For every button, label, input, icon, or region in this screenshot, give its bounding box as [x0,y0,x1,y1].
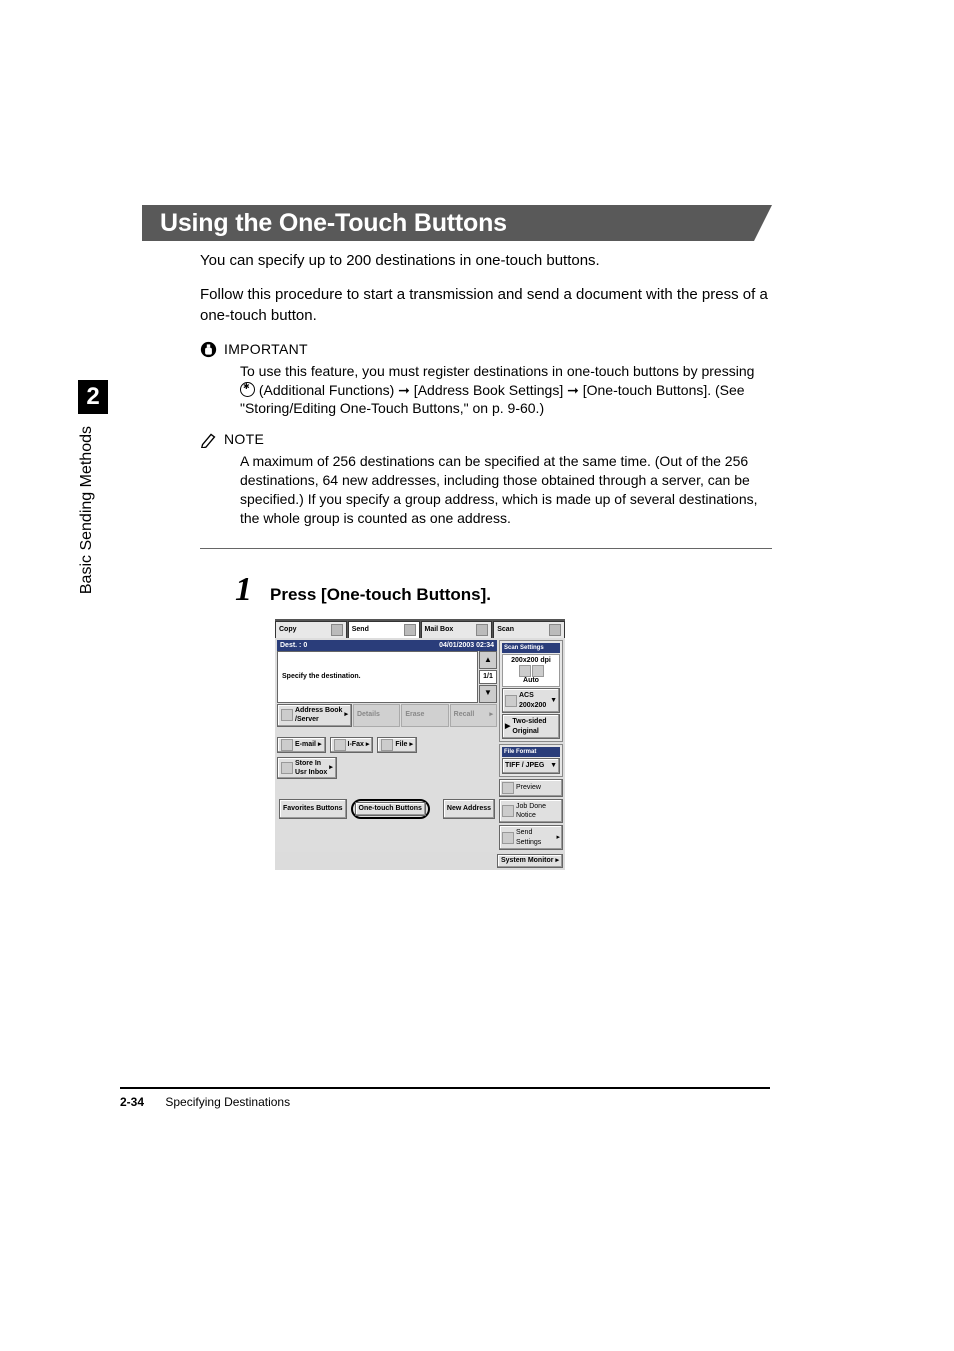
mailbox-icon [476,624,488,636]
note-icon [200,431,217,448]
preview-button[interactable]: Preview [499,779,563,797]
dest-count: Dest. : 0 [280,641,307,650]
important-label: IMPORTANT [224,340,308,359]
recall-button[interactable]: Recall▸ [450,704,497,727]
tab-scan-label: Scan [497,625,514,634]
tab-copy[interactable]: Copy [275,621,347,638]
jobdone-icon [502,805,514,817]
footer-rule [120,1087,770,1089]
dpi-label: 200x200 dpi [505,657,557,665]
chapter-side-tab: 2 Basic Sending Methods [78,380,108,594]
jobdone-label: Job Done Notice [516,802,546,821]
section-banner: Using the One-Touch Buttons [142,205,772,241]
page-icon [519,665,531,677]
store-inbox-button[interactable]: Store In Usr Inbox▸ [277,757,337,780]
important-callout: IMPORTANT To use this feature, you must … [200,340,772,419]
auto-label: Auto [505,677,557,685]
acs-button[interactable]: ACS 200x200▼ [502,688,560,713]
intro-paragraph-1: You can specify up to 200 destinations i… [200,251,772,271]
destination-box: Specify the destination. [277,651,478,702]
twosided-button[interactable]: ▶Two-sided Original [502,714,560,739]
step-number: 1 [235,573,252,607]
tab-mailbox-label: Mail Box [425,625,454,634]
acs-icon [505,695,517,707]
address-book-button[interactable]: Address Book /Server▸ [277,704,352,727]
device-screenshot: Copy Send Mail Box Scan Dest. : 0 04/01/… [275,619,565,870]
banner-title: Using the One-Touch Buttons [142,205,754,241]
copy-icon [331,624,343,636]
one-touch-highlight: One-touch Buttons [351,799,430,818]
page-number: 2-34 [120,1095,144,1109]
additional-functions-icon [240,382,255,397]
scroll-up-button[interactable]: ▲ [479,651,497,669]
important-text-b: (Additional Functions) ➞ [Address Book S… [240,382,745,417]
tab-scan[interactable]: Scan [493,621,565,638]
file-format-panel: File Format TIFF / JPEG▼ [499,744,563,777]
store-label: Store In Usr Inbox [295,759,327,778]
file-format-button[interactable]: TIFF / JPEG▼ [502,758,560,773]
ifax-icon [334,739,346,751]
scan-icon [549,624,561,636]
chapter-number: 2 [78,380,108,414]
banner-wedge [754,205,772,241]
footer: 2-34 Specifying Destinations [120,1095,290,1109]
details-button[interactable]: Details [353,704,400,727]
file-format-label: TIFF / JPEG [505,761,544,770]
preview-icon [502,782,514,794]
scan-settings-panel: Scan Settings 200x200 dpi Auto ACS 200x2… [499,640,563,742]
email-label: E-mail [295,740,316,749]
section-name-vertical: Basic Sending Methods [78,426,96,594]
tab-send-label: Send [352,625,369,634]
address-book-label: Address Book /Server [295,706,342,725]
note-callout: NOTE A maximum of 256 destinations can b… [200,430,772,527]
scan-resolution-box[interactable]: 200x200 dpi Auto [502,654,560,687]
tab-mailbox[interactable]: Mail Box [421,621,493,638]
book-icon [281,709,293,721]
file-button[interactable]: File▸ [377,737,417,753]
inbox-icon [281,762,293,774]
email-icon [281,739,293,751]
step-title: Press [One-touch Buttons]. [270,584,491,607]
datetime: 04/01/2003 02:34 [439,641,494,650]
intro-paragraph-2: Follow this procedure to start a transmi… [200,285,772,326]
sysmon-label: System Monitor [501,856,554,865]
one-touch-buttons-button[interactable]: One-touch Buttons [355,802,426,815]
preview-label: Preview [516,783,541,792]
sendsettings-icon [502,832,514,844]
important-text-a: To use this feature, you must register d… [240,363,754,379]
footer-title: Specifying Destinations [165,1095,290,1109]
horizontal-rule [200,548,772,549]
new-address-button[interactable]: New Address [443,799,495,818]
job-done-button[interactable]: Job Done Notice [499,799,563,824]
page-indicator: 1/1 [479,670,497,683]
page-icon-2 [532,665,544,677]
send-settings-button[interactable]: Send Settings▸ [499,825,563,850]
acs-label: ACS 200x200 [519,691,546,710]
send-icon [404,624,416,636]
important-icon [200,341,217,358]
email-button[interactable]: E-mail▸ [277,737,326,753]
system-monitor-button[interactable]: System Monitor▸ [497,854,563,867]
file-format-header: File Format [502,747,560,757]
file-icon [381,739,393,751]
recall-label: Recall [454,710,475,719]
note-text: A maximum of 256 destinations can be spe… [200,452,772,528]
sendsettings-label: Send Settings [516,828,541,847]
ifax-button[interactable]: I-Fax▸ [330,737,374,753]
note-label: NOTE [224,430,264,449]
status-bar: Dest. : 0 04/01/2003 02:34 [277,640,497,651]
ifax-label: I-Fax [348,740,364,749]
step-1: 1 Press [One-touch Buttons]. [235,573,772,607]
tab-send[interactable]: Send [348,621,420,638]
scan-settings-header: Scan Settings [502,643,560,653]
favorites-buttons-button[interactable]: Favorites Buttons [279,799,347,818]
twosided-label: Two-sided Original [512,717,546,736]
tab-copy-label: Copy [279,625,297,634]
file-label: File [395,740,407,749]
scroll-down-button[interactable]: ▼ [479,685,497,703]
important-text: To use this feature, you must register d… [200,362,772,419]
erase-button[interactable]: Erase [401,704,448,727]
